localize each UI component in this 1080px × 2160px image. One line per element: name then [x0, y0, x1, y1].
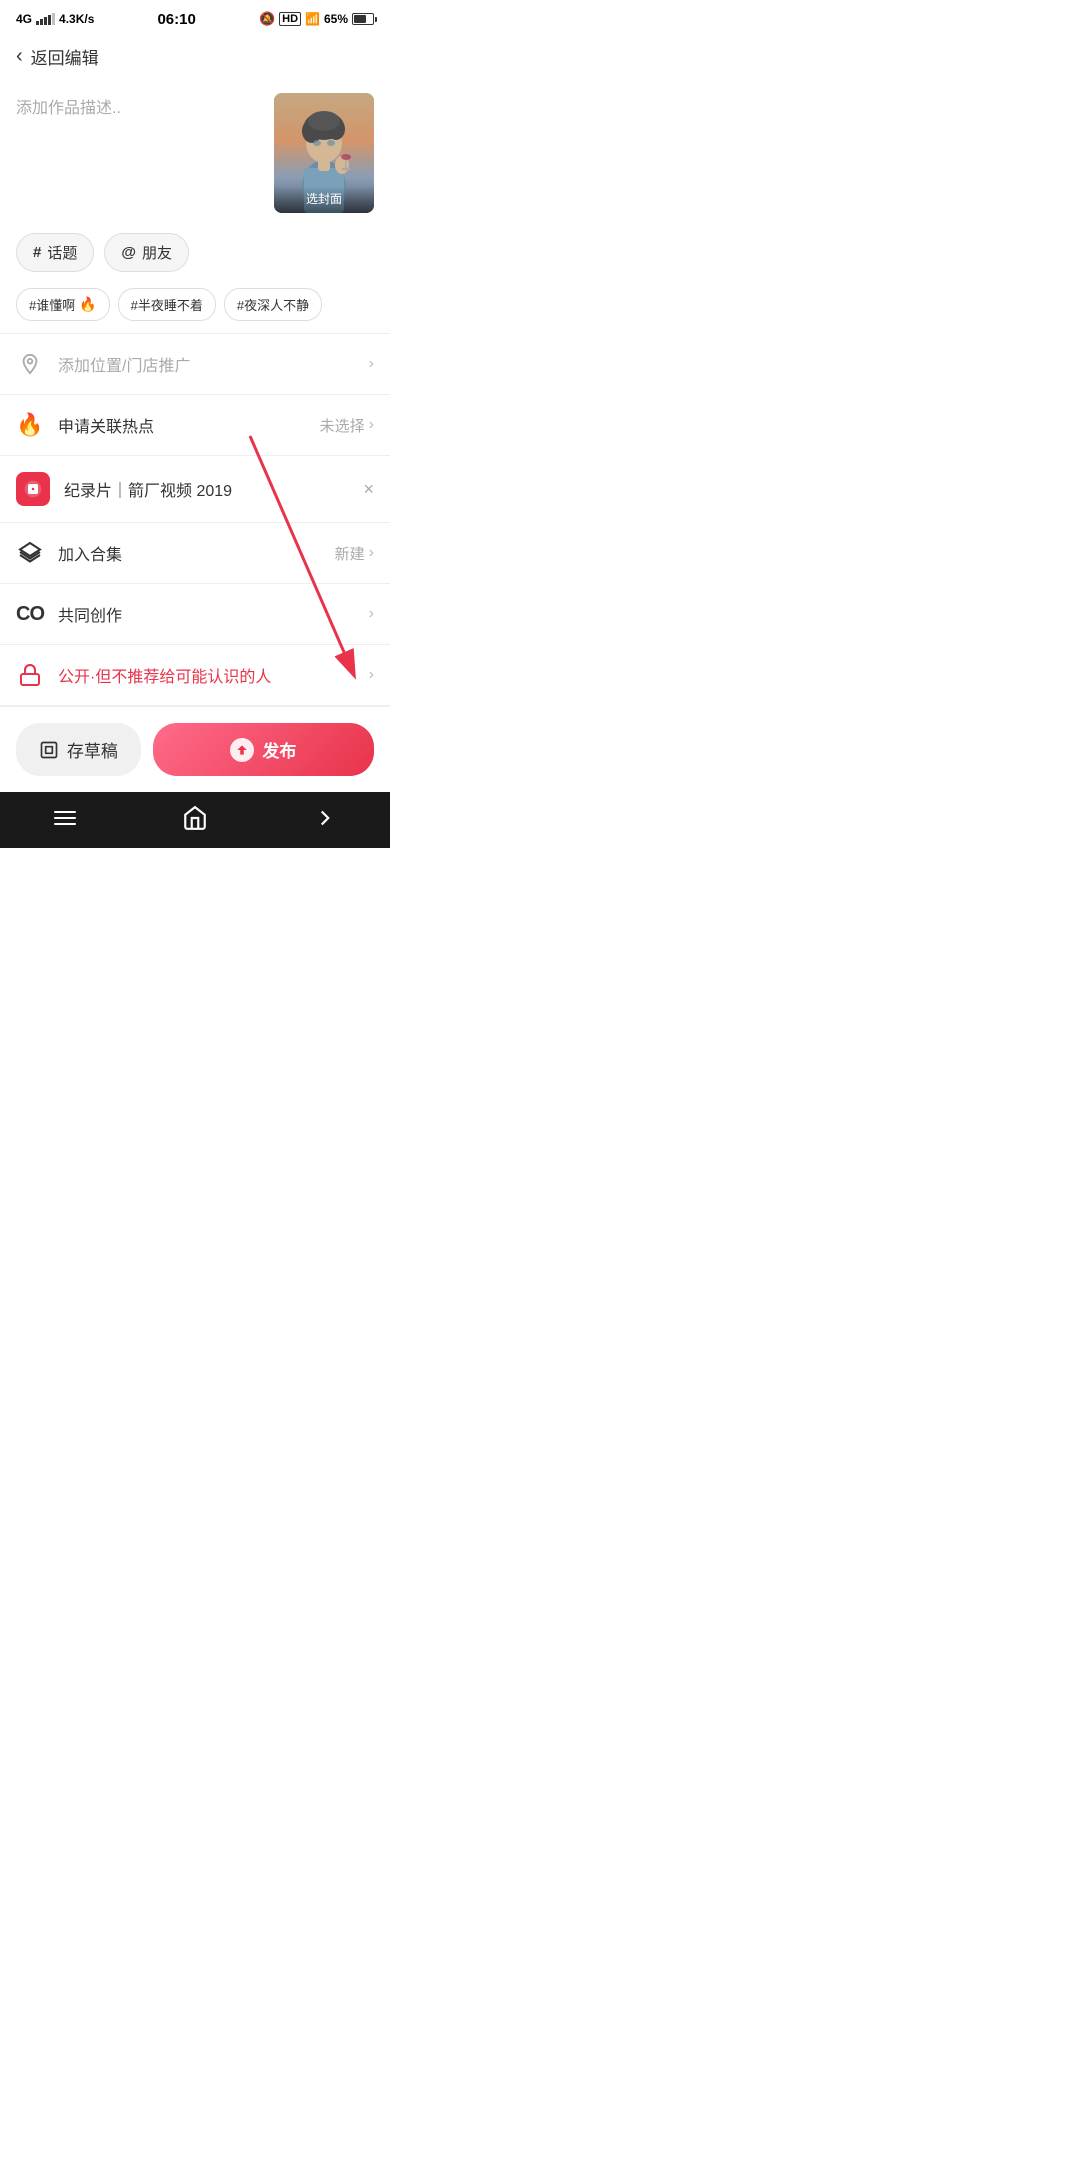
- menu-icon: [54, 811, 76, 825]
- friend-label: 朋友: [142, 242, 172, 263]
- hashtag-chip-1[interactable]: #谁懂啊 🔥: [16, 288, 110, 321]
- hotspot-right: 未选择 ›: [320, 415, 374, 436]
- privacy-content: 公开·但不推荐给可能认识的人 ›: [58, 663, 374, 687]
- privacy-right: ›: [369, 666, 374, 684]
- hotspot-status: 未选择: [320, 415, 365, 436]
- co-icon: CO: [16, 600, 44, 628]
- hotspot-chevron: ›: [369, 416, 374, 434]
- status-left: 4G 4.3K/s: [16, 12, 94, 26]
- publish-label: 发布: [262, 737, 296, 762]
- at-icon: @: [121, 244, 136, 261]
- content-area: 添加作品描述..: [0, 81, 390, 225]
- location-content: 添加位置/门店推广 ›: [58, 352, 374, 376]
- tags-row: # 话题 @ 朋友: [0, 225, 390, 280]
- video-tag-row[interactable]: 纪录片｜箭厂视频 2019 ×: [0, 456, 390, 522]
- header-title: 返回编辑: [31, 44, 99, 69]
- collection-chevron: ›: [369, 544, 374, 562]
- back-button[interactable]: ‹: [16, 45, 23, 68]
- upload-arrow-icon: [235, 743, 249, 757]
- speed-label: 4.3K/s: [59, 12, 94, 26]
- hashtag-chip-2[interactable]: #半夜睡不着: [118, 288, 216, 321]
- video-tag-content: 纪录片｜箭厂视频 2019 ×: [64, 477, 374, 501]
- thumbnail-label[interactable]: 选封面: [274, 186, 374, 213]
- battery-label: 65%: [324, 12, 348, 26]
- network-label: 4G: [16, 12, 32, 26]
- co-create-label: 共同创作: [58, 602, 122, 626]
- collection-right: 新建 ›: [335, 543, 374, 564]
- topic-label: 话题: [47, 242, 77, 263]
- hash-icon: #: [33, 244, 41, 261]
- co-create-content: 共同创作 ›: [58, 602, 374, 626]
- hashtag-chip-3[interactable]: #夜深人不静: [224, 288, 322, 321]
- hotspot-row[interactable]: 🔥 申请关联热点 未选择 ›: [0, 395, 390, 455]
- nav-back-button[interactable]: [295, 802, 355, 834]
- time-display: 06:10: [157, 11, 195, 28]
- publish-button[interactable]: 发布: [153, 723, 374, 776]
- location-icon: [16, 350, 44, 378]
- collection-action: 新建: [335, 543, 365, 564]
- wifi-icon: 📶: [305, 12, 320, 26]
- home-icon: [182, 805, 208, 831]
- topic-button[interactable]: # 话题: [16, 233, 94, 272]
- video-tag-label: 纪录片｜箭厂视频 2019: [64, 477, 232, 501]
- hashtag-text-2: #半夜睡不着: [131, 295, 203, 314]
- location-chevron: ›: [369, 355, 374, 373]
- co-create-chevron: ›: [369, 605, 374, 623]
- privacy-row[interactable]: 公开·但不推荐给可能认识的人 ›: [0, 645, 390, 705]
- location-right: ›: [369, 355, 374, 373]
- main-content: 添加作品描述..: [0, 81, 390, 706]
- collection-content: 加入合集 新建 ›: [58, 541, 374, 565]
- hotspot-icon: 🔥: [16, 411, 44, 439]
- lock-svg: [18, 663, 42, 687]
- battery-icon: [352, 13, 374, 25]
- page: 4G 4.3K/s 06:10 🔕 HD 📶 65% ‹: [0, 0, 390, 848]
- hashtags-row: #谁懂啊 🔥 #半夜睡不着 #夜深人不静: [0, 280, 390, 333]
- upload-circle-icon: [230, 738, 254, 762]
- alarm-icon: 🔕: [259, 11, 275, 27]
- location-row[interactable]: 添加位置/门店推广 ›: [0, 334, 390, 394]
- location-label: 添加位置/门店推广: [58, 352, 190, 376]
- nav-menu-button[interactable]: [35, 802, 95, 834]
- mention-button[interactable]: @ 朋友: [104, 233, 189, 272]
- status-bar: 4G 4.3K/s 06:10 🔕 HD 📶 65%: [0, 0, 390, 36]
- bottom-bar: 存草稿 发布: [0, 706, 390, 792]
- collection-row[interactable]: 加入合集 新建 ›: [0, 523, 390, 583]
- draft-button[interactable]: 存草稿: [16, 723, 141, 776]
- layers-icon: [16, 539, 44, 567]
- signal-bars: [36, 13, 55, 25]
- privacy-label: 公开·但不推荐给可能认识的人: [58, 663, 271, 687]
- privacy-chevron: ›: [369, 666, 374, 684]
- layers-svg: [18, 541, 42, 565]
- location-svg: [19, 353, 41, 375]
- co-create-right: ›: [369, 605, 374, 623]
- collection-label: 加入合集: [58, 541, 122, 565]
- status-right: 🔕 HD 📶 65%: [259, 11, 374, 27]
- hotspot-content: 申请关联热点 未选择 ›: [58, 413, 374, 437]
- description-input[interactable]: 添加作品描述..: [16, 93, 262, 121]
- hotspot-label: 申请关联热点: [58, 413, 154, 437]
- draft-icon: [39, 740, 59, 760]
- lock-icon: [16, 661, 44, 689]
- play-icon: [23, 479, 43, 499]
- draft-label: 存草稿: [67, 737, 118, 762]
- video-tag-close[interactable]: ×: [363, 479, 374, 500]
- hd-label: HD: [279, 12, 301, 26]
- nav-bar: [0, 792, 390, 848]
- nav-home-button[interactable]: [165, 802, 225, 834]
- app-red-icon: [16, 472, 50, 506]
- fire-icon-1: 🔥: [79, 296, 96, 313]
- co-create-row[interactable]: CO 共同创作 ›: [0, 584, 390, 644]
- back-nav-icon: [312, 805, 338, 831]
- thumbnail-container[interactable]: 选封面: [274, 93, 374, 213]
- hashtag-text-1: #谁懂啊: [29, 295, 75, 314]
- header: ‹ 返回编辑: [0, 36, 390, 81]
- hashtag-text-3: #夜深人不静: [237, 295, 309, 314]
